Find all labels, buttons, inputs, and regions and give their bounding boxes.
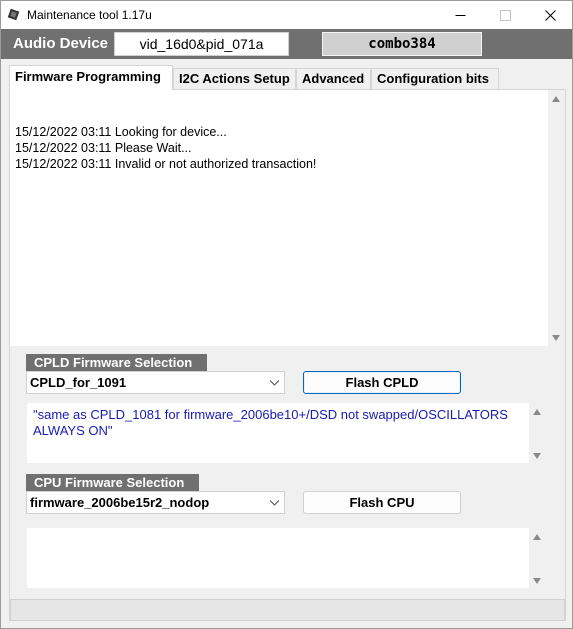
cpu-description — [26, 527, 546, 589]
scroll-up-icon[interactable] — [533, 534, 541, 540]
scroll-down-icon[interactable] — [552, 335, 560, 341]
cpu-firmware-select[interactable]: firmware_2006be15r2_nodop — [26, 491, 285, 514]
status-bar — [10, 599, 565, 621]
maximize-icon — [499, 9, 511, 21]
log-scrollbar[interactable] — [548, 90, 565, 346]
log-line: 15/12/2022 03:11 Looking for device... — [15, 125, 227, 139]
maximize-button[interactable] — [482, 1, 528, 29]
scroll-up-icon[interactable] — [552, 96, 560, 102]
window-title: Maintenance tool 1.17u — [27, 8, 152, 22]
tab-advanced[interactable]: Advanced — [296, 68, 371, 89]
close-icon — [544, 9, 556, 21]
chevron-down-icon — [269, 500, 280, 506]
cpld-description: "same as CPLD_1081 for firmware_2006be10… — [26, 402, 546, 464]
chevron-down-icon — [269, 380, 280, 386]
close-button[interactable] — [527, 1, 572, 29]
device-id-field[interactable]: vid_16d0&pid_071a — [114, 32, 289, 56]
maintenance-tool-window: Maintenance tool 1.17u Audio Device vid_… — [0, 0, 573, 629]
flash-cpld-button[interactable]: Flash CPLD — [303, 371, 461, 394]
tab-i2c-actions-setup[interactable]: I2C Actions Setup — [173, 68, 296, 89]
log-output[interactable]: 15/12/2022 03:11 Looking for device... 1… — [10, 90, 548, 346]
minimize-icon — [455, 14, 465, 16]
cpld-firmware-select[interactable]: CPLD_for_1091 — [26, 371, 285, 394]
cpld-selected-value: CPLD_for_1091 — [30, 375, 127, 390]
scroll-up-icon[interactable] — [533, 409, 541, 415]
chip-icon — [7, 8, 20, 21]
minimize-button[interactable] — [437, 1, 483, 29]
cpld-group-label: CPLD Firmware Selection — [26, 354, 207, 371]
flash-cpu-button[interactable]: Flash CPU — [303, 491, 461, 514]
log-line: 15/12/2022 03:11 Invalid or not authoriz… — [15, 157, 317, 171]
title-bar: Maintenance tool 1.17u — [1, 1, 572, 29]
tab-configuration-bits[interactable]: Configuration bits — [371, 68, 499, 89]
log-line: 15/12/2022 03:11 Please Wait... — [15, 141, 192, 155]
scroll-down-icon[interactable] — [533, 578, 541, 584]
device-name-field: combo384 — [322, 32, 482, 56]
cpld-description-scrollbar[interactable] — [529, 403, 546, 463]
device-bar: Audio Device vid_16d0&pid_071a combo384 — [1, 29, 572, 59]
cpu-selected-value: firmware_2006be15r2_nodop — [30, 495, 210, 510]
scroll-down-icon[interactable] — [533, 453, 541, 459]
cpu-group-label: CPU Firmware Selection — [26, 474, 199, 491]
audio-device-label: Audio Device — [13, 35, 109, 52]
tab-firmware-programming[interactable]: Firmware Programming — [9, 65, 173, 90]
cpu-description-scrollbar[interactable] — [529, 528, 546, 588]
